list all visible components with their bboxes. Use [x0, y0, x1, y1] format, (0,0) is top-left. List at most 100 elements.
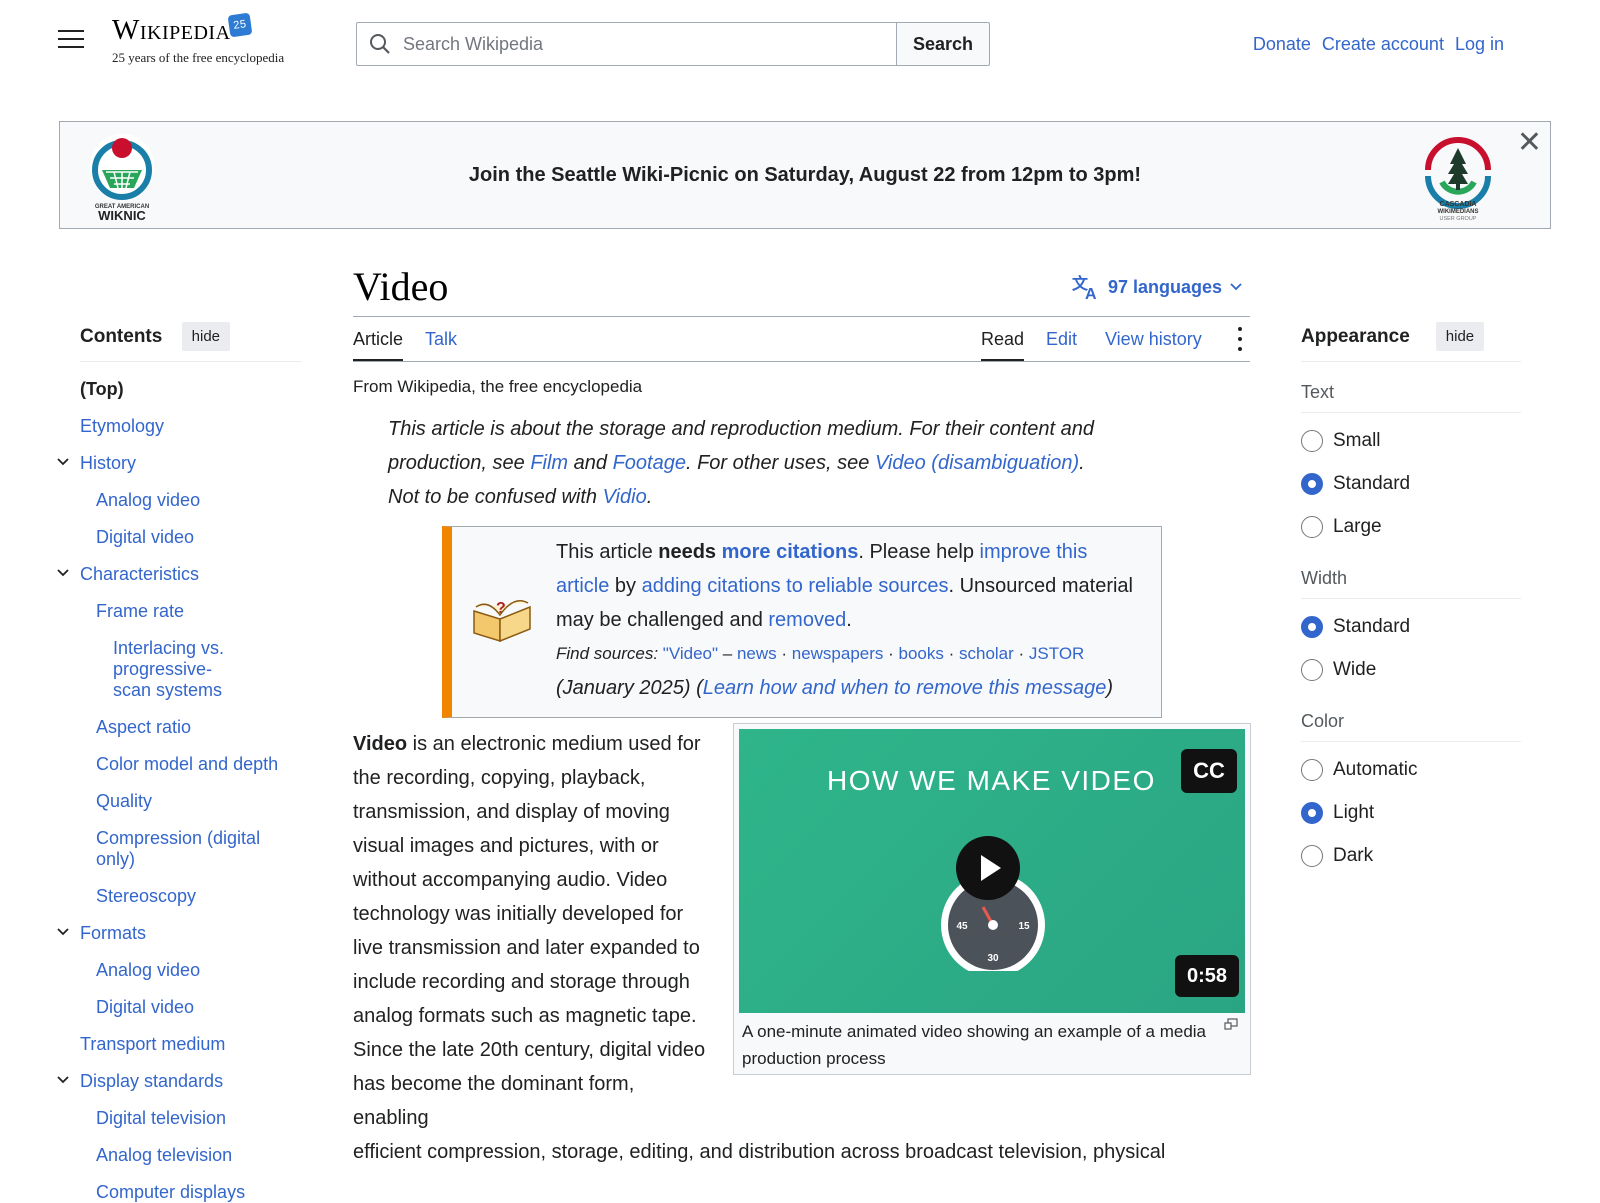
radio-icon[interactable]	[1301, 429, 1323, 452]
radio-icon[interactable]	[1301, 658, 1323, 681]
adding-citations-link[interactable]: adding citations to reliable sources	[642, 575, 949, 597]
toc-item-formats-digital-video[interactable]: Digital video	[80, 997, 302, 1018]
text-size-large-option[interactable]: Large	[1301, 505, 1521, 548]
create-account-link[interactable]: Create account	[1322, 34, 1444, 55]
notice-text-part: )	[1106, 677, 1113, 699]
toc-item-label: Formats	[80, 923, 147, 943]
radio-selected-icon[interactable]	[1301, 615, 1323, 638]
option-label: Standard	[1333, 615, 1411, 637]
tab-talk[interactable]: Talk	[425, 329, 457, 359]
close-icon[interactable]: ✕	[1517, 128, 1542, 158]
toc-item-aspect-ratio[interactable]: Aspect ratio	[80, 717, 302, 738]
wikipedia-logo[interactable]: Wikipedia 25 25 years of the free encyclo…	[112, 12, 302, 66]
footage-link[interactable]: Footage	[613, 452, 686, 474]
width-standard-option[interactable]: Standard	[1301, 605, 1521, 648]
removed-link[interactable]: removed	[768, 609, 846, 631]
separator: ·	[776, 644, 792, 663]
radio-icon[interactable]	[1301, 515, 1323, 538]
source-link-newspapers[interactable]: newspapers	[792, 644, 884, 663]
notice-text-part: .	[846, 609, 852, 631]
title-row: Video 文A 97 languages	[353, 262, 1250, 317]
toc-header: Contents hide	[80, 322, 302, 362]
toc-item-top[interactable]: (Top)	[80, 379, 302, 400]
notice-text-part: . Please help	[858, 541, 980, 563]
toc-item-digital-television[interactable]: Digital television	[80, 1108, 302, 1129]
toc-item-formats[interactable]: Formats	[57, 923, 302, 944]
radio-icon[interactable]	[1301, 844, 1323, 867]
user-links: Donate Create account Log in	[1253, 34, 1504, 55]
toc-item-interlacing[interactable]: Interlacing vs. progressive-scan systems	[80, 638, 250, 701]
learn-remove-link[interactable]: Learn how and when to remove this messag…	[703, 677, 1107, 699]
play-button-icon[interactable]	[955, 835, 1021, 901]
toc-item-history-analog-video[interactable]: Analog video	[80, 490, 302, 511]
radio-icon[interactable]	[1301, 758, 1323, 781]
source-link-jstor[interactable]: JSTOR	[1029, 644, 1084, 663]
svg-text:?: ?	[496, 600, 506, 617]
appearance-hide-button[interactable]: hide	[1435, 322, 1485, 351]
search-input[interactable]	[401, 32, 881, 56]
toc-item-stereoscopy[interactable]: Stereoscopy	[80, 886, 302, 907]
tab-read[interactable]: Read	[981, 329, 1025, 361]
donate-link[interactable]: Donate	[1253, 34, 1311, 55]
toc-item-compression[interactable]: Compression (digital only)	[80, 828, 280, 870]
toc-item-quality[interactable]: Quality	[80, 791, 302, 812]
text-size-small-option[interactable]: Small	[1301, 419, 1521, 462]
chevron-down-icon[interactable]	[56, 457, 70, 467]
toc-item-analog-television[interactable]: Analog television	[80, 1145, 302, 1166]
notice-text: This article needs more citations. Pleas…	[556, 535, 1146, 705]
tab-article[interactable]: Article	[353, 329, 404, 361]
language-icon: 文A	[1072, 274, 1097, 300]
toc-item-formats-analog-video[interactable]: Analog video	[80, 960, 302, 981]
notice-date: (January 2025)	[556, 677, 691, 699]
video-figure: HOW WE MAKE VIDEO CC 60 15 30 45 0:58 A …	[733, 723, 1251, 1075]
search-box[interactable]	[356, 22, 896, 66]
site-header: Wikipedia 25 25 years of the free encyclo…	[0, 0, 1600, 100]
lead-paragraph: Video is an electronic medium used for t…	[353, 727, 713, 1135]
notice-date-line: (January 2025) (Learn how and when to re…	[556, 671, 1146, 705]
toc-item-history-digital-video[interactable]: Digital video	[80, 527, 302, 548]
svg-text:USER GROUP: USER GROUP	[1440, 216, 1477, 222]
enlarge-icon[interactable]	[1224, 1018, 1238, 1030]
vidio-link[interactable]: Vidio	[603, 486, 647, 508]
toc-item-transport-medium[interactable]: Transport medium	[80, 1034, 302, 1055]
search-icon	[370, 34, 390, 54]
source-link-books[interactable]: books	[899, 644, 944, 663]
languages-button[interactable]: 文A 97 languages	[1072, 274, 1242, 300]
appearance-header: Appearance hide	[1301, 322, 1521, 362]
color-dark-option[interactable]: Dark	[1301, 834, 1521, 877]
chevron-down-icon[interactable]	[56, 1075, 70, 1085]
toc-item-display-standards[interactable]: Display standards	[57, 1071, 302, 1092]
closed-captions-button[interactable]: CC	[1181, 749, 1237, 793]
source-link-scholar[interactable]: scholar	[959, 644, 1014, 663]
svg-text:30: 30	[987, 953, 999, 964]
chevron-down-icon	[1230, 283, 1242, 291]
color-light-option[interactable]: Light	[1301, 791, 1521, 834]
tab-edit[interactable]: Edit	[1046, 329, 1077, 359]
toc-item-frame-rate[interactable]: Frame rate	[80, 601, 302, 622]
disambiguation-link[interactable]: Video (disambiguation)	[875, 452, 1079, 474]
svg-text:WIKIMEDIANS: WIKIMEDIANS	[1438, 209, 1479, 215]
toc-item-history[interactable]: History	[57, 453, 302, 474]
log-in-link[interactable]: Log in	[1455, 34, 1504, 55]
main-menu-icon[interactable]	[58, 30, 84, 50]
toc-item-characteristics[interactable]: Characteristics	[57, 564, 302, 585]
source-link-video[interactable]: "Video"	[663, 644, 718, 663]
width-wide-option[interactable]: Wide	[1301, 648, 1521, 691]
more-citations-link[interactable]: more citations	[722, 541, 859, 563]
video-player[interactable]: HOW WE MAKE VIDEO CC 60 15 30 45 0:58	[739, 729, 1245, 1013]
chevron-down-icon[interactable]	[56, 927, 70, 937]
tab-view-history[interactable]: View history	[1105, 329, 1202, 359]
text-size-standard-option[interactable]: Standard	[1301, 462, 1521, 505]
radio-selected-icon[interactable]	[1301, 472, 1323, 495]
film-link[interactable]: Film	[530, 452, 568, 474]
search-button[interactable]: Search	[896, 22, 990, 66]
toc-item-etymology[interactable]: Etymology	[80, 416, 302, 437]
color-automatic-option[interactable]: Automatic	[1301, 748, 1521, 791]
chevron-down-icon[interactable]	[56, 568, 70, 578]
toc-hide-button[interactable]: hide	[181, 322, 230, 351]
appearance-panel: Appearance hide Text Small Standard Larg…	[1301, 322, 1521, 877]
more-tools-icon[interactable]	[1238, 327, 1244, 357]
toc-item-color-model[interactable]: Color model and depth	[80, 754, 302, 775]
source-link-news[interactable]: news	[737, 644, 777, 663]
radio-selected-icon[interactable]	[1301, 801, 1323, 824]
